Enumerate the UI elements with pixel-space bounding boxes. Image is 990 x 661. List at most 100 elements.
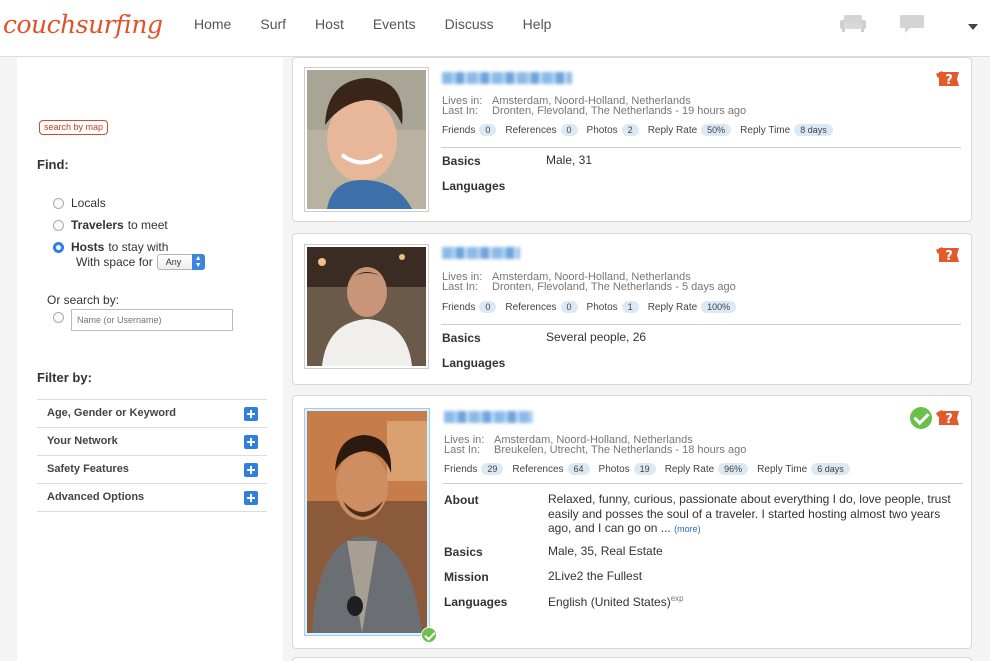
find-locals-option[interactable]: Locals — [53, 196, 106, 210]
divider — [441, 324, 961, 325]
verified-check-icon — [421, 627, 437, 643]
profile-photo-art — [307, 411, 427, 633]
select-arrows-icon: ▲ ▼ — [191, 254, 205, 270]
plus-icon[interactable] — [244, 407, 258, 421]
about-text: Relaxed, funny, curious, passionate abou… — [548, 492, 951, 535]
profile-name-redacted[interactable] — [444, 411, 533, 423]
profile-stats: Friends 0 References 0 Photos 2 Reply Rate 5… — [442, 124, 842, 136]
stat-label: Photos — [586, 301, 618, 313]
svg-text:?: ? — [945, 73, 953, 88]
basics-value: Several people, 26 — [546, 330, 647, 344]
stat-label: Reply Rate — [647, 301, 698, 313]
nav-host[interactable]: Host — [315, 16, 344, 32]
radio-name-search[interactable] — [53, 312, 64, 323]
last-in-line: Last In: Breukelen, Utrecht, The Netherla… — [444, 444, 746, 456]
nav-events[interactable]: Events — [373, 16, 416, 32]
plus-icon[interactable] — [244, 463, 258, 477]
profile-photo-art — [307, 247, 426, 366]
name-search-input[interactable] — [71, 309, 233, 331]
space-for-value: Any — [165, 257, 182, 267]
nav-discuss[interactable]: Discuss — [445, 16, 494, 32]
basics-value: Male, 31 — [546, 153, 593, 167]
stat-badge: 2 — [621, 124, 639, 136]
profile-photo-image — [307, 411, 427, 633]
profile-photo[interactable] — [304, 67, 429, 212]
report-flag-icon[interactable]: ? — [936, 408, 962, 427]
plus-icon[interactable] — [244, 435, 258, 449]
stat-label: Reply Rate — [664, 463, 715, 475]
profile-photo-art — [307, 70, 426, 209]
stat-label: Reply Time — [740, 124, 791, 136]
stat-label: Friends — [444, 463, 478, 475]
filter-safety-features[interactable]: Safety Features — [37, 456, 267, 484]
languages-text: English (United States) — [548, 595, 671, 609]
verified-check-icon — [910, 407, 932, 429]
filter-label: Advanced Options — [47, 491, 145, 503]
locals-label: Locals — [71, 196, 106, 210]
stat-badge: 96% — [718, 463, 749, 475]
chat-icon[interactable] — [900, 14, 924, 34]
filter-label: Your Network — [47, 435, 118, 447]
languages-value: English (United States)exp — [548, 594, 684, 609]
profile-card: ? Lives in: Amsterdam, Noord-Holland, Net… — [292, 57, 972, 222]
basics-label: Basics — [444, 545, 483, 559]
nav-surf[interactable]: Surf — [260, 16, 286, 32]
profile-card: ? Lives in: Amsterdam, Noord-Holland, Net… — [292, 395, 972, 649]
report-flag-icon[interactable]: ? — [936, 245, 962, 264]
filter-your-network[interactable]: Your Network — [37, 428, 267, 456]
nav-help[interactable]: Help — [523, 16, 552, 32]
languages-label: Languages — [442, 356, 506, 370]
stat-badge: 50% — [701, 124, 732, 136]
svg-text:?: ? — [945, 249, 953, 264]
mission-label: Mission — [444, 570, 489, 584]
couchsurfing-logo[interactable]: couchsurfing — [3, 10, 163, 39]
stat-label: Photos — [598, 463, 630, 475]
profile-card-partial — [292, 657, 972, 661]
profile-photo[interactable] — [304, 244, 429, 369]
find-hosts-option[interactable]: Hosts to stay with — [53, 240, 168, 254]
filter-list: Age, Gender or Keyword Your Network Safe… — [37, 399, 267, 512]
stat-badge: 0 — [479, 124, 497, 136]
languages-level: exp — [670, 594, 684, 603]
stat-label: Reply Time — [757, 463, 808, 475]
stat-badge: 0 — [479, 301, 497, 313]
languages-label: Languages — [442, 179, 506, 193]
report-flag-icon[interactable]: ? — [936, 69, 962, 88]
profile-stats: Friends 0 References 0 Photos 1 Reply Rate 1… — [442, 301, 745, 313]
mission-value: 2Live2 the Fullest — [548, 569, 643, 583]
divider — [441, 147, 961, 148]
filter-advanced-options[interactable]: Advanced Options — [37, 484, 267, 512]
filter-age-gender-keyword[interactable]: Age, Gender or Keyword — [37, 400, 267, 428]
search-sidebar: search by map Find: Locals Travelers to … — [17, 57, 283, 661]
stat-label: References — [512, 463, 564, 475]
radio-locals[interactable] — [53, 197, 64, 209]
profile-name-redacted[interactable] — [442, 247, 520, 259]
hosts-label-rest: to stay with — [108, 240, 169, 254]
profile-stats: Friends 29 References 64 Photos 19 Reply Ra… — [444, 463, 859, 475]
plus-icon[interactable] — [244, 491, 258, 505]
stat-badge: 6 days — [811, 463, 850, 475]
space-for-row: With space for Any ▲ ▼ — [76, 254, 205, 270]
filter-label: Age, Gender or Keyword — [47, 407, 176, 419]
stat-badge: 29 — [481, 463, 504, 475]
profile-photo[interactable] — [304, 408, 430, 636]
find-travelers-option[interactable]: Travelers to meet — [53, 218, 168, 232]
profile-name-redacted[interactable] — [442, 72, 572, 84]
stat-badge: 0 — [560, 301, 578, 313]
stat-badge: 19 — [633, 463, 656, 475]
search-by-map-button[interactable]: search by map — [39, 120, 109, 135]
stat-label: References — [505, 301, 557, 313]
last-in-line: Last In: Dronten, Flevoland, The Netherla… — [442, 281, 736, 293]
radio-travelers[interactable] — [53, 219, 64, 231]
stat-badge: 64 — [567, 463, 590, 475]
chevron-down-icon[interactable] — [968, 24, 978, 30]
radio-hosts[interactable] — [53, 241, 64, 253]
basics-label: Basics — [442, 154, 481, 168]
hosts-label-bold: Hosts — [71, 240, 105, 254]
space-for-select[interactable]: Any ▲ ▼ — [156, 254, 205, 270]
more-link[interactable]: (more) — [674, 524, 701, 534]
couch-icon[interactable] — [840, 14, 866, 32]
last-in-label: Last In: — [442, 281, 479, 293]
nav-home[interactable]: Home — [194, 16, 231, 32]
stat-label: Friends — [442, 124, 476, 136]
